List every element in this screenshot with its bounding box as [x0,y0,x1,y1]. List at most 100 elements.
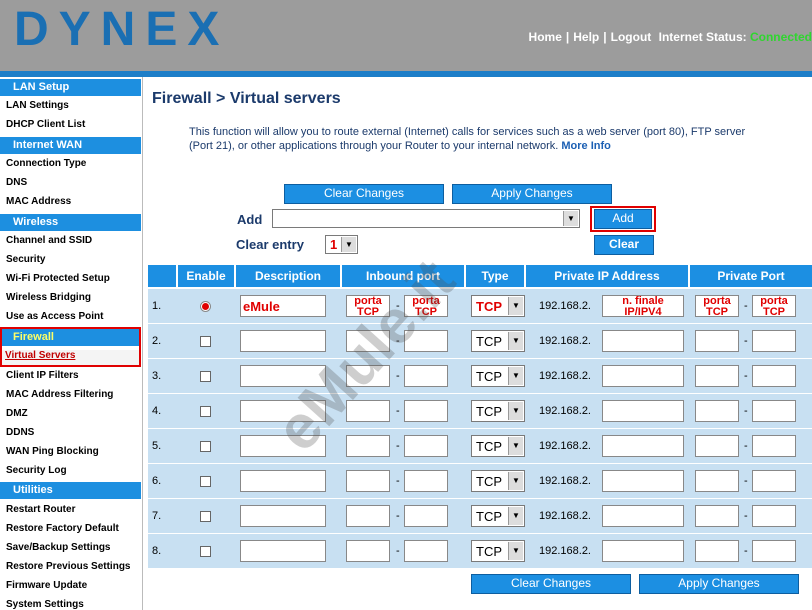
inbound-port-end-input[interactable] [404,435,448,457]
description-input[interactable] [240,400,326,422]
description-input[interactable] [240,365,326,387]
private-port-end-input[interactable] [752,400,796,422]
private-port-end-input[interactable] [752,435,796,457]
sidebar-item-dmz[interactable]: DMZ [0,408,141,419]
sidebar-item-ddns[interactable]: DDNS [0,427,141,438]
sidebar-item-save-backup[interactable]: Save/Backup Settings [0,542,141,553]
private-ip-input[interactable] [602,330,684,352]
enable-checkbox[interactable] [200,371,211,382]
more-info-link[interactable]: More Info [561,140,611,152]
home-link[interactable]: Home [529,30,562,44]
logout-link[interactable]: Logout [611,30,652,44]
private-ip-input[interactable] [602,400,684,422]
private-ip-input[interactable]: n. finale IP/IPV4 [602,295,684,318]
type-select[interactable]: TCP ▼ [471,365,525,387]
private-port-start-input[interactable] [695,435,739,457]
private-port-start-input[interactable] [695,505,739,527]
sidebar-item-restart[interactable]: Restart Router [0,504,141,515]
private-port-start-input[interactable] [695,330,739,352]
sidebar-item-client-ip[interactable]: Client IP Filters [0,370,141,381]
enable-checkbox[interactable] [200,511,211,522]
private-ip-input[interactable] [602,540,684,562]
ip-prefix: 192.168.2. [539,300,591,312]
sidebar-item-connection-type[interactable]: Connection Type [0,158,141,169]
inbound-port-end-input[interactable] [404,505,448,527]
private-port-end-input[interactable] [752,505,796,527]
clear-entry-select[interactable]: 1 ▼ [325,235,358,254]
enable-checkbox[interactable] [200,406,211,417]
sidebar-item-dns[interactable]: DNS [0,177,141,188]
type-select[interactable]: TCP ▼ [471,540,525,562]
sidebar-item-security-log[interactable]: Security Log [0,465,141,476]
enable-checkbox[interactable] [200,336,211,347]
inbound-port-start-input[interactable] [346,470,390,492]
type-select[interactable]: TCP ▼ [471,435,525,457]
private-port-end-input[interactable] [752,540,796,562]
inbound-port-end-input[interactable] [404,540,448,562]
inbound-port-end-input[interactable] [404,470,448,492]
private-port-start-input[interactable] [695,400,739,422]
private-port-start-input[interactable] [695,540,739,562]
private-port-end-input[interactable] [752,365,796,387]
add-service-select[interactable]: ▼ [272,209,580,228]
sidebar-item-mac-filter[interactable]: MAC Address Filtering [0,389,141,400]
type-select[interactable]: TCP ▼ [471,400,525,422]
sidebar-item-restore-factory[interactable]: Restore Factory Default [0,523,141,534]
private-ip-input[interactable] [602,505,684,527]
inbound-port-start-input[interactable] [346,400,390,422]
sidebar-item-restore-previous[interactable]: Restore Previous Settings [0,561,141,572]
private-port-end-input[interactable] [752,470,796,492]
private-port-start-input[interactable]: porta TCP [695,295,739,318]
type-select[interactable]: TCP ▼ [471,295,525,317]
description-input[interactable] [240,540,326,562]
private-ip-input[interactable] [602,435,684,457]
sidebar-item-firmware[interactable]: Firmware Update [0,580,141,591]
description-input[interactable] [240,470,326,492]
description-input[interactable] [240,435,326,457]
inbound-port-end-input[interactable] [404,330,448,352]
description-input[interactable]: eMule [240,295,326,317]
row-number: 3. [152,370,162,382]
sidebar-item-wan-ping[interactable]: WAN Ping Blocking [0,446,141,457]
inbound-port-start-input[interactable] [346,365,390,387]
sidebar-item-security[interactable]: Security [0,254,141,265]
sidebar-item-lan-settings[interactable]: LAN Settings [0,100,141,111]
clear-changes-button-top[interactable]: Clear Changes [284,184,444,204]
sidebar-item-dhcp[interactable]: DHCP Client List [0,119,141,130]
apply-changes-button-top[interactable]: Apply Changes [452,184,612,204]
type-select[interactable]: TCP ▼ [471,505,525,527]
inbound-port-end-input[interactable]: porta TCP [404,295,448,318]
sidebar-item-wps[interactable]: Wi-Fi Protected Setup [0,273,141,284]
sidebar-item-mac-address[interactable]: MAC Address [0,196,141,207]
enable-checkbox[interactable] [200,441,211,452]
sidebar-item-system-settings[interactable]: System Settings [0,599,141,610]
add-button[interactable]: Add [594,209,652,229]
sidebar-item-access-point[interactable]: Use as Access Point [0,311,141,322]
inbound-port-start-input[interactable] [346,505,390,527]
inbound-port-end-input[interactable] [404,365,448,387]
description-input[interactable] [240,330,326,352]
apply-changes-button-bottom[interactable]: Apply Changes [639,574,799,594]
private-port-end-input[interactable]: porta TCP [752,295,796,318]
type-select[interactable]: TCP ▼ [471,330,525,352]
type-select[interactable]: TCP ▼ [471,470,525,492]
inbound-port-start-input[interactable]: porta TCP [346,295,390,318]
enable-checkbox[interactable] [200,301,211,312]
clear-changes-button-bottom[interactable]: Clear Changes [471,574,631,594]
sidebar-item-channel-ssid[interactable]: Channel and SSID [0,235,141,246]
private-port-start-input[interactable] [695,470,739,492]
private-port-start-input[interactable] [695,365,739,387]
inbound-port-start-input[interactable] [346,330,390,352]
private-ip-input[interactable] [602,365,684,387]
inbound-port-end-input[interactable] [404,400,448,422]
description-input[interactable] [240,505,326,527]
private-ip-input[interactable] [602,470,684,492]
enable-checkbox[interactable] [200,476,211,487]
enable-checkbox[interactable] [200,546,211,557]
inbound-port-start-input[interactable] [346,435,390,457]
clear-button[interactable]: Clear [594,235,654,255]
help-link[interactable]: Help [573,30,599,44]
private-port-end-input[interactable] [752,330,796,352]
sidebar-item-bridging[interactable]: Wireless Bridging [0,292,141,303]
inbound-port-start-input[interactable] [346,540,390,562]
